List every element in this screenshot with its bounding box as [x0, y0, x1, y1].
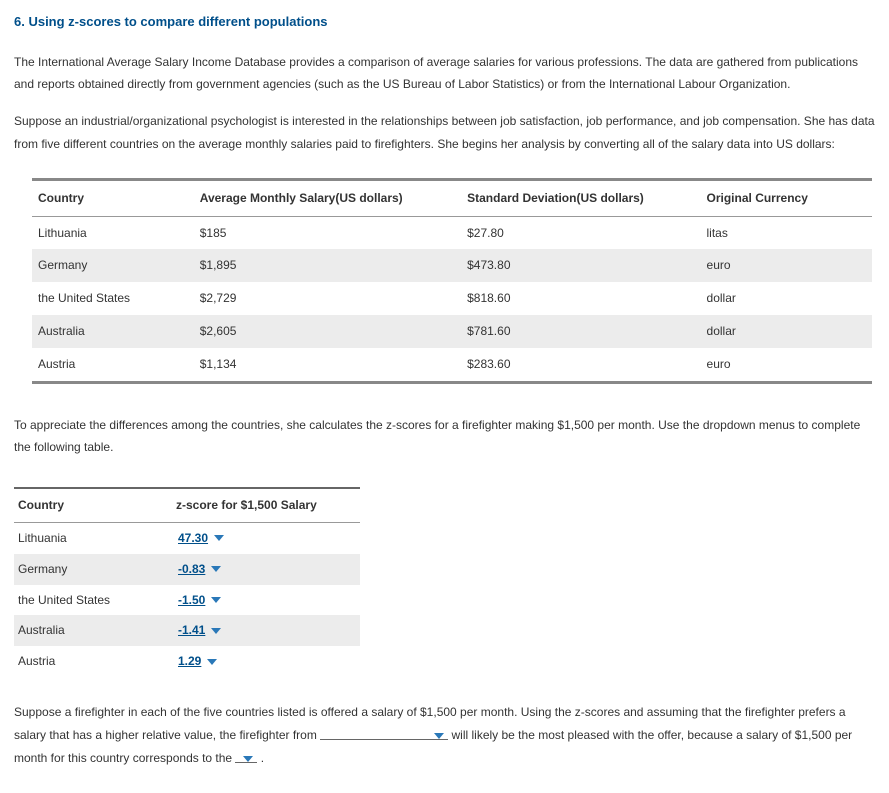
cell-country: Austria [32, 348, 194, 382]
cell-sd: $27.80 [461, 216, 700, 249]
cell-salary: $185 [194, 216, 461, 249]
dropdown-value: 1.29 [178, 650, 201, 673]
table-row: Australia -1.41 [14, 615, 360, 646]
dropdown-value: -1.50 [178, 589, 205, 612]
cell-salary: $2,605 [194, 315, 461, 348]
cell-currency: dollar [701, 282, 872, 315]
table-row: Austria $1,134 $283.60 euro [32, 348, 872, 382]
table-row: Lithuania $185 $27.80 litas [32, 216, 872, 249]
cell-currency: dollar [701, 315, 872, 348]
cell-country: Austria [14, 646, 172, 677]
th-currency: Original Currency [701, 179, 872, 216]
chevron-down-icon [207, 659, 217, 665]
zscore-dropdown[interactable]: -0.83 [176, 558, 223, 581]
cell-country: Australia [32, 315, 194, 348]
cell-salary: $1,134 [194, 348, 461, 382]
text-segment: . [261, 751, 264, 765]
chevron-down-icon [211, 628, 221, 634]
cell-sd: $473.80 [461, 249, 700, 282]
zscore-dropdown[interactable]: 1.29 [176, 650, 219, 673]
chevron-down-icon [243, 756, 253, 762]
table-row: Austria 1.29 [14, 646, 360, 677]
zscore-table: Country z-score for $1,500 Salary Lithua… [14, 487, 360, 677]
cell-sd: $781.60 [461, 315, 700, 348]
dropdown-value: -0.83 [178, 558, 205, 581]
reason-blank-dropdown[interactable] [235, 756, 257, 763]
cell-currency: euro [701, 249, 872, 282]
cell-country: Australia [14, 615, 172, 646]
instruction-paragraph: To appreciate the differences among the … [14, 414, 875, 460]
chevron-down-icon [214, 535, 224, 541]
zscore-dropdown[interactable]: -1.50 [176, 589, 223, 612]
table-row: Germany $1,895 $473.80 euro [32, 249, 872, 282]
intro-paragraph-1: The International Average Salary Income … [14, 51, 875, 97]
chevron-down-icon [434, 733, 444, 739]
conclusion-paragraph: Suppose a firefighter in each of the fiv… [14, 701, 875, 769]
table-row: Lithuania 47.30 [14, 523, 360, 554]
th-country: Country [32, 179, 194, 216]
cell-country: Lithuania [32, 216, 194, 249]
th-country: Country [14, 488, 172, 522]
th-salary: Average Monthly Salary(US dollars) [194, 179, 461, 216]
table-row: Germany -0.83 [14, 554, 360, 585]
table-row: the United States $2,729 $818.60 dollar [32, 282, 872, 315]
table-row: the United States -1.50 [14, 585, 360, 616]
cell-country: Germany [32, 249, 194, 282]
country-blank-dropdown[interactable] [320, 733, 448, 740]
dropdown-value: 47.30 [178, 527, 208, 550]
cell-currency: euro [701, 348, 872, 382]
chevron-down-icon [211, 597, 221, 603]
th-sd: Standard Deviation(US dollars) [461, 179, 700, 216]
cell-salary: $2,729 [194, 282, 461, 315]
intro-paragraph-2: Suppose an industrial/organizational psy… [14, 110, 875, 156]
cell-sd: $818.60 [461, 282, 700, 315]
zscore-dropdown[interactable]: -1.41 [176, 619, 223, 642]
chevron-down-icon [211, 566, 221, 572]
table-row: Australia $2,605 $781.60 dollar [32, 315, 872, 348]
cell-country: Germany [14, 554, 172, 585]
zscore-dropdown[interactable]: 47.30 [176, 527, 226, 550]
cell-currency: litas [701, 216, 872, 249]
section-heading: 6. Using z-scores to compare different p… [14, 10, 875, 35]
th-zscore: z-score for $1,500 Salary [172, 488, 360, 522]
dropdown-value: -1.41 [178, 619, 205, 642]
cell-sd: $283.60 [461, 348, 700, 382]
cell-country: the United States [32, 282, 194, 315]
cell-country: Lithuania [14, 523, 172, 554]
salary-table: Country Average Monthly Salary(US dollar… [32, 178, 872, 384]
cell-country: the United States [14, 585, 172, 616]
cell-salary: $1,895 [194, 249, 461, 282]
